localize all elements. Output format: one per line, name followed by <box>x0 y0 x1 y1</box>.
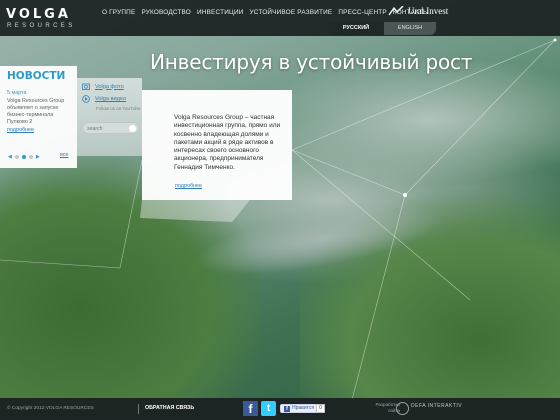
play-icon <box>82 95 90 103</box>
search-box <box>82 122 139 134</box>
copyright: © Copyright 2012 VOLGA RESOURCES <box>7 406 94 411</box>
about-more-link[interactable]: подробнее <box>175 183 202 189</box>
media-panel: Volga фото Volga видео Follow us on YouT… <box>77 78 142 156</box>
developer-name[interactable]: DEFA INTERAKTIV <box>411 403 462 409</box>
about-text: Volga Resources Group – частная инвестиц… <box>174 114 281 171</box>
volga-photo-link[interactable]: Volga фото <box>82 83 124 90</box>
volga-photo-label: Volga фото <box>95 83 124 90</box>
search-go-icon[interactable] <box>129 125 136 132</box>
news-pager: ◀ ▶ <box>8 154 40 160</box>
nav-item-press[interactable]: ПРЕСС-ЦЕНТР <box>338 9 386 16</box>
search-input[interactable] <box>87 124 127 133</box>
like-count: 0 <box>316 404 325 413</box>
facebook-like-button[interactable]: f Нравится <box>280 404 319 413</box>
ural-invest-logo-icon <box>388 6 404 16</box>
nav-item-management[interactable]: РУКОВОДСТВО <box>141 9 191 16</box>
nav-item-sustainability[interactable]: УСТОЙЧИВОЕ РАЗВИТИЕ <box>250 9 333 16</box>
nav-item-about[interactable]: О ГРУППЕ <box>102 9 135 16</box>
nav-item-investments[interactable]: ИНВЕСТИЦИИ <box>197 9 244 16</box>
ural-invest-label: Ural Invest <box>408 6 449 16</box>
facebook-like-icon: f <box>284 405 290 412</box>
footer-divider <box>138 404 139 414</box>
news-all-link[interactable]: все <box>60 152 69 158</box>
lang-ru-button[interactable]: РУССКИЙ <box>328 22 384 35</box>
lang-en-button[interactable]: ENGLISH <box>384 22 436 35</box>
like-label: Нравится <box>292 405 315 411</box>
twitter-icon[interactable]: t <box>261 401 276 416</box>
top-bar: VOLGA RESOURCES О ГРУППЕ РУКОВОДСТВО ИНВ… <box>0 0 560 36</box>
developer-logo-icon[interactable] <box>396 402 409 415</box>
feedback-link[interactable]: ОБРАТНАЯ СВЯЗЬ <box>145 405 194 411</box>
hero-title: Инвестируя в устойчивый рост <box>150 50 473 74</box>
main-nav: О ГРУППЕ РУКОВОДСТВО ИНВЕСТИЦИИ УСТОЙЧИВ… <box>102 9 429 16</box>
news-date: 5 марта <box>7 90 27 96</box>
footer: © Copyright 2012 VOLGA RESOURCES ОБРАТНА… <box>0 398 560 420</box>
next-arrow-icon[interactable]: ▶ <box>36 154 40 160</box>
news-title: НОВОСТИ <box>7 70 66 82</box>
ural-invest-link[interactable]: Ural Invest <box>388 6 448 16</box>
prev-arrow-icon[interactable]: ◀ <box>8 154 12 160</box>
youtube-follow-link[interactable]: Follow us on YouTube <box>96 106 140 111</box>
pager-dot[interactable] <box>28 155 33 159</box>
news-text: Volga Resources Group объявляет о запуск… <box>7 98 65 125</box>
volga-video-link[interactable]: Volga видео <box>82 95 126 103</box>
pager-dot[interactable] <box>14 155 19 159</box>
logo[interactable]: VOLGA <box>6 7 71 22</box>
news-more-link[interactable]: подробнее <box>7 127 34 133</box>
volga-video-label: Volga видео <box>95 96 127 102</box>
about-panel: Volga Resources Group – частная инвестиц… <box>142 90 292 200</box>
pager-dot-active[interactable] <box>21 155 26 159</box>
news-panel: НОВОСТИ 5 марта Volga Resources Group об… <box>0 66 77 168</box>
logo-subtitle: RESOURCES <box>7 23 76 29</box>
photo-icon <box>82 83 90 90</box>
facebook-icon[interactable]: f <box>243 401 258 416</box>
